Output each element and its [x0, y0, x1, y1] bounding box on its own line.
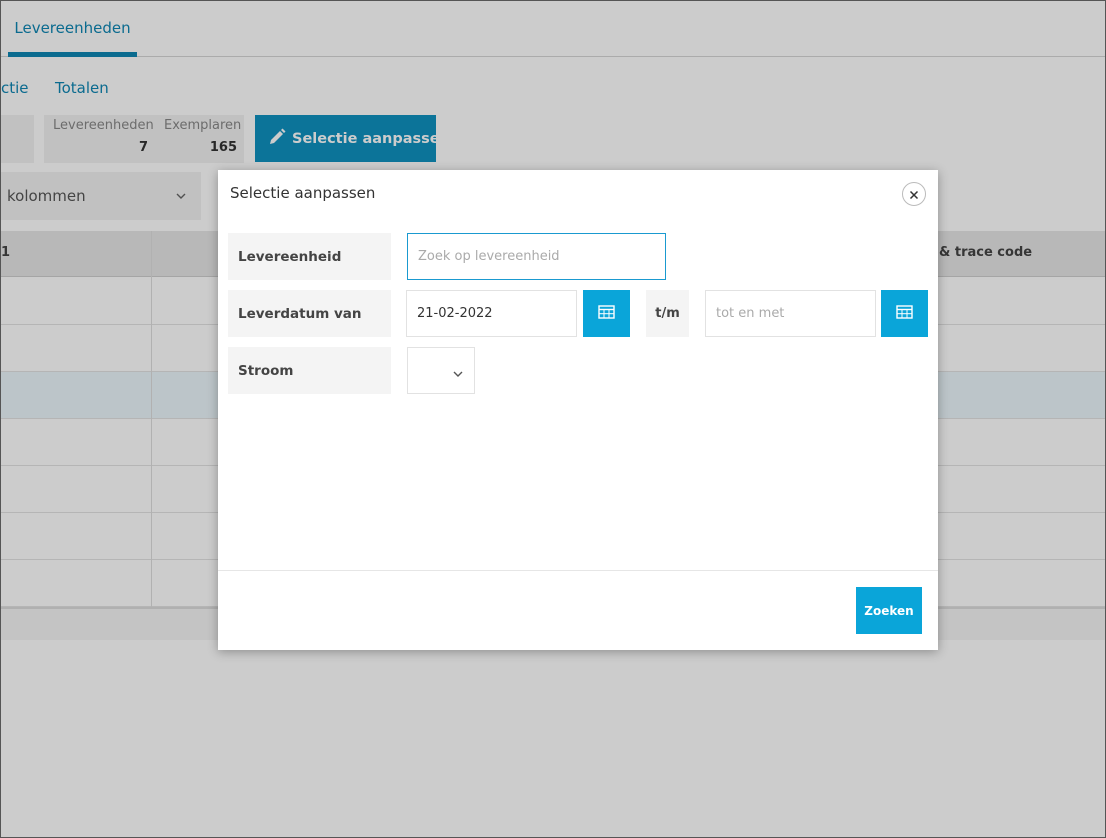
dialog-footer-divider — [218, 570, 938, 571]
calendar-icon — [598, 304, 615, 323]
levereenheid-input[interactable] — [407, 233, 666, 280]
calendar-icon — [896, 304, 913, 323]
leverdatum-from-input[interactable] — [406, 290, 577, 337]
search-button[interactable]: Zoeken — [856, 587, 922, 634]
stroom-select[interactable] — [407, 347, 475, 394]
close-button[interactable] — [902, 182, 926, 206]
app-window: Levereenheden ctie Totalen Levereenheden… — [0, 0, 1106, 838]
leverdatum-to-input[interactable] — [705, 290, 876, 337]
close-icon — [909, 185, 919, 204]
calendar-to-button[interactable] — [881, 290, 928, 337]
tm-label: t/m — [646, 290, 689, 337]
calendar-from-button[interactable] — [583, 290, 630, 337]
stroom-label: Stroom — [228, 347, 391, 394]
levereenheid-label: Levereenheid — [228, 233, 391, 280]
dialog-title: Selectie aanpassen — [230, 184, 376, 202]
selection-dialog: Selectie aanpassen Levereenheid Leverdat… — [218, 170, 938, 650]
leverdatum-label: Leverdatum van — [228, 290, 391, 337]
chevron-down-icon — [452, 365, 464, 384]
